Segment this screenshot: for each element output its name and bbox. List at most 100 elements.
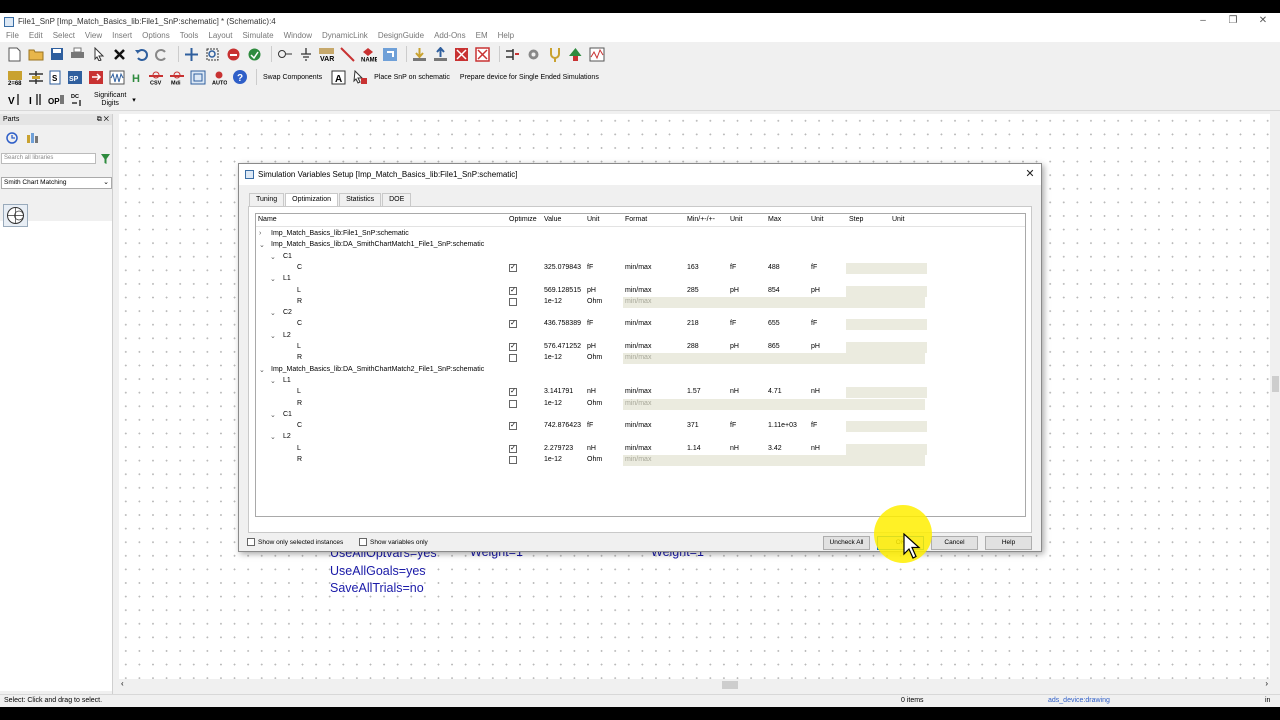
scroll-right-icon[interactable]: › — [1265, 679, 1268, 688]
pin-icon[interactable] — [504, 46, 521, 63]
short-icon[interactable] — [474, 46, 491, 63]
optimize-checkbox[interactable] — [509, 399, 517, 408]
min-unit-cell[interactable]: pH — [730, 343, 739, 350]
min-cell[interactable]: 285 — [687, 287, 699, 294]
tree-group-row[interactable]: ⌄ L1 — [256, 274, 1025, 285]
min-cell[interactable]: 218 — [687, 320, 699, 327]
close-icon[interactable]: ✕ — [104, 116, 109, 123]
place-snp-button[interactable]: Place SnP on schematic — [374, 74, 450, 81]
optimize-checkbox[interactable] — [509, 456, 517, 464]
unit-cell[interactable]: Ohm — [587, 298, 602, 305]
max-cell[interactable]: 4.71 — [768, 388, 782, 395]
column-header-step-unit[interactable]: Unit — [892, 216, 904, 223]
settings-gear-icon[interactable] — [525, 46, 542, 63]
min-cell[interactable]: 163 — [687, 264, 699, 271]
wire-icon[interactable] — [339, 46, 356, 63]
variable-row[interactable]: R 1e-12 Ohm min/max — [256, 353, 1025, 365]
menu-insert[interactable]: Insert — [112, 30, 132, 42]
s-param-icon[interactable]: S — [48, 69, 62, 86]
max-unit-cell[interactable]: nH — [811, 445, 820, 452]
move-icon[interactable] — [183, 46, 200, 63]
min-unit-cell[interactable]: fF — [730, 264, 736, 271]
min-cell[interactable]: 1.14 — [687, 445, 701, 452]
optimize-checkbox[interactable] — [509, 297, 517, 306]
tree-group-row[interactable]: › Imp_Match_Basics_lib:File1_SnP:schemati… — [256, 229, 1025, 240]
column-header-min-unit[interactable]: Unit — [730, 216, 742, 223]
op-point-icon[interactable]: OP — [48, 91, 65, 108]
zoom-icon[interactable] — [204, 46, 221, 63]
chevron-down-icon[interactable]: ⌄ — [270, 411, 276, 419]
chevron-down-icon[interactable]: ⌄ — [270, 275, 276, 283]
tuning-fork-icon[interactable] — [546, 46, 563, 63]
variable-row[interactable]: R 1e-12 Ohm min/max — [256, 455, 1025, 466]
float-icon[interactable]: ⧉ — [97, 116, 102, 123]
column-header-max-unit[interactable]: Unit — [811, 216, 823, 223]
tree-group-row[interactable]: ⌄ C1 — [256, 410, 1025, 421]
menu-em[interactable]: EM — [476, 30, 488, 42]
variable-row[interactable]: R 1e-12 Ohm min/max — [256, 398, 1025, 410]
chevron-down-icon[interactable]: ⌄ — [270, 332, 276, 340]
max-unit-cell[interactable]: pH — [811, 287, 820, 294]
unit-cell[interactable]: nH — [587, 388, 596, 395]
variables-tree-table[interactable]: Name Optimize Value Unit Format Min/+-/+… — [255, 213, 1026, 517]
csv-icon[interactable]: CSV — [147, 69, 164, 86]
chevron-down-icon[interactable]: ⌄ — [270, 433, 276, 441]
tab-tuning[interactable]: Tuning — [249, 193, 285, 206]
min-cell[interactable]: 371 — [687, 422, 699, 429]
horizontal-scroll-thumb[interactable] — [722, 681, 738, 689]
max-cell[interactable]: 488 — [768, 264, 780, 271]
value-cell[interactable]: 1e-12 — [544, 298, 562, 305]
parts-search-input[interactable]: Search all libraries — [1, 153, 96, 164]
filter-icon[interactable] — [101, 154, 110, 166]
library-icon[interactable] — [26, 132, 39, 146]
value-cell[interactable]: 1e-12 — [544, 354, 562, 361]
min-unit-cell[interactable]: pH — [730, 287, 739, 294]
value-cell[interactable]: 1e-12 — [544, 456, 562, 463]
max-unit-cell[interactable]: fF — [811, 320, 817, 327]
checkbox-box[interactable] — [359, 538, 367, 546]
dialog-close-icon[interactable]: ✕ — [1023, 167, 1037, 181]
unit-cell[interactable]: pH — [587, 287, 596, 294]
column-header-name[interactable]: Name — [258, 216, 277, 223]
prepare-device-button[interactable]: Prepare device for Single Ended Simulati… — [460, 74, 599, 81]
waveform-icon[interactable] — [108, 69, 125, 86]
select-arrow-icon[interactable] — [90, 46, 107, 63]
column-header-optimize[interactable]: Optimize — [509, 216, 541, 223]
optimize-checkbox[interactable]: ✓ — [509, 388, 517, 397]
optimize-checkbox[interactable]: ✓ — [509, 263, 517, 272]
format-cell[interactable]: min/max — [625, 343, 651, 350]
voltage-label-icon[interactable]: V — [6, 91, 23, 108]
unit-cell[interactable]: pH — [587, 343, 596, 350]
menu-view[interactable]: View — [85, 30, 102, 42]
restore-button[interactable]: ❐ — [1218, 13, 1248, 30]
variable-row[interactable]: C ✓ 436.758389 fF min/max 218 fF 655 fF — [256, 319, 1025, 331]
optimize-checkbox[interactable]: ✓ — [509, 422, 517, 431]
tune-icon[interactable] — [246, 46, 263, 63]
checkbox-box[interactable] — [247, 538, 255, 546]
auto-icon[interactable]: AUTO — [210, 69, 227, 86]
min-unit-cell[interactable]: fF — [730, 422, 736, 429]
format-cell[interactable]: min/max — [625, 264, 651, 271]
mdif-icon[interactable]: Mdi — [168, 69, 185, 86]
value-cell[interactable]: 576.471252 — [544, 343, 581, 350]
chevron-down-icon[interactable]: ⌄ — [270, 253, 276, 261]
uncheck-all-button[interactable]: Uncheck All — [823, 536, 870, 550]
min-unit-cell[interactable]: nH — [730, 388, 739, 395]
deactivate-icon[interactable] — [453, 46, 470, 63]
tree-group-row[interactable]: ⌄ C1 — [256, 252, 1025, 263]
min-cell[interactable]: 288 — [687, 343, 699, 350]
menu-window[interactable]: Window — [284, 30, 312, 42]
optimize-checkbox[interactable]: ✓ — [509, 286, 517, 295]
chevron-right-icon[interactable]: › — [259, 230, 261, 237]
place-snp-icon[interactable] — [351, 69, 368, 86]
variable-row[interactable]: C ✓ 742.876423 fF min/max 371 fF 1.11e+03 fF — [256, 421, 1025, 433]
menu-dynamiclink[interactable]: DynamicLink — [322, 30, 368, 42]
history-icon[interactable] — [6, 132, 18, 146]
variable-row[interactable]: L ✓ 576.471252 pH min/max 288 pH 865 pH — [256, 342, 1025, 353]
chevron-down-icon[interactable]: ⌄ — [259, 366, 265, 374]
smith-chart-palette-item[interactable] — [3, 204, 28, 227]
redo-icon[interactable] — [153, 46, 170, 63]
optimize-checkbox[interactable] — [509, 354, 517, 363]
max-cell[interactable]: 3.42 — [768, 445, 782, 452]
menu-file[interactable]: File — [6, 30, 19, 42]
